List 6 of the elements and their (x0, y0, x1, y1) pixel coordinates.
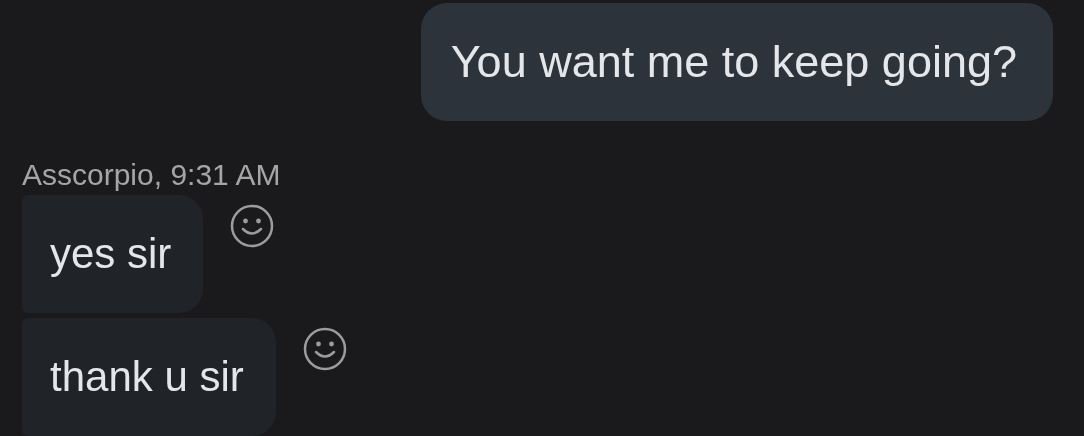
message-bubble: You want me to keep going? (420, 3, 1053, 121)
message-bubble: thank u sir (22, 318, 276, 436)
message-bubble: yes sir (22, 195, 204, 313)
smiley-icon[interactable] (230, 204, 275, 248)
smiley-icon[interactable] (302, 327, 347, 371)
sender-label: Asscorpio, 9:31 AM (22, 159, 281, 191)
